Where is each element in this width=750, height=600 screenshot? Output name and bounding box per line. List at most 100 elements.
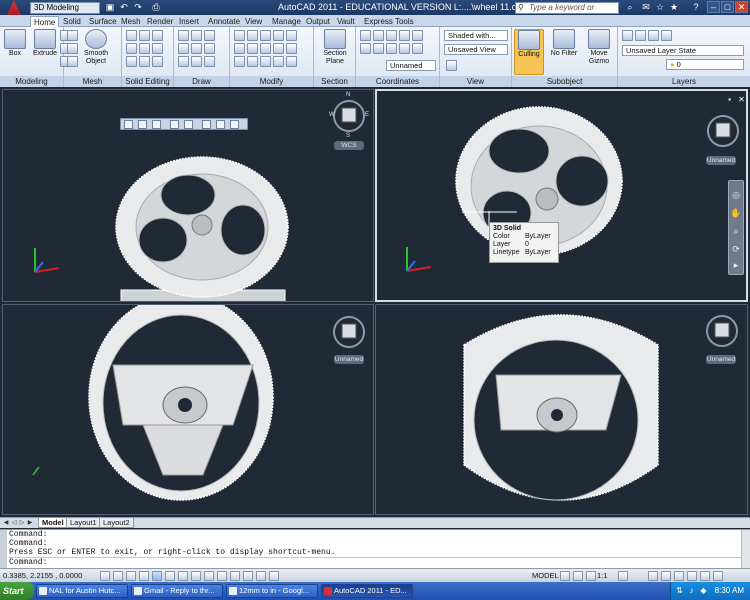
snap-mode-toggle[interactable]	[113, 571, 123, 581]
search-input[interactable]: ⚲ Type a keyword or phrase	[515, 2, 619, 22]
ucs-3point-icon[interactable]	[399, 43, 410, 54]
align-icon[interactable]	[273, 30, 284, 41]
viewport-config-icon[interactable]	[446, 60, 457, 71]
panel-title-draw[interactable]: Draw	[174, 76, 229, 87]
smooth-object-button[interactable]: Smooth Object	[81, 29, 111, 66]
workspace-switcher[interactable]: 3D Modeling	[30, 2, 100, 14]
subtract-icon[interactable]	[126, 43, 137, 54]
extrude-faces-icon[interactable]	[152, 30, 163, 41]
box-button[interactable]: Box	[0, 29, 30, 58]
wheel-model-bottom-left[interactable]	[3, 305, 374, 515]
orbit-icon[interactable]: ⟳	[730, 243, 742, 255]
object-snap-tracking-toggle[interactable]	[191, 571, 201, 581]
polyline-icon[interactable]	[191, 30, 202, 41]
quick-properties-toggle[interactable]	[256, 571, 266, 581]
ortho-mode-toggle[interactable]	[139, 571, 149, 581]
panel-title-layers[interactable]: Layers	[618, 76, 750, 87]
object-snap-toggle[interactable]	[165, 571, 175, 581]
annotation-scale-icon[interactable]	[586, 571, 596, 581]
ucs-combo[interactable]: Unnamed	[386, 60, 436, 71]
first-tab-icon[interactable]: ◀	[2, 518, 10, 528]
clock[interactable]: 8:30 AM	[715, 586, 744, 595]
tab-layout1[interactable]: Layout1	[66, 518, 101, 528]
fillet-edges-icon[interactable]	[152, 56, 163, 67]
tab-home[interactable]: Home	[30, 16, 60, 27]
viewport-top-right[interactable]: ▪ ✕ Unnamed	[375, 89, 748, 302]
taskbar-item[interactable]: Gmail - Reply to thr...	[131, 584, 223, 598]
join-icon[interactable]	[273, 56, 284, 67]
search-go-icon[interactable]: ⌕	[624, 1, 636, 13]
wheel-model-bottom-right[interactable]	[376, 305, 748, 515]
command-window-grip[interactable]	[0, 530, 7, 569]
help-icon[interactable]: ?	[690, 1, 702, 13]
ucs-zaxis-icon[interactable]	[386, 43, 397, 54]
taper-faces-icon[interactable]	[152, 43, 163, 54]
mesh-box-icon[interactable]	[67, 30, 78, 41]
close-button[interactable]: ✕	[735, 1, 748, 13]
transparency-toggle[interactable]	[243, 571, 253, 581]
tab-vault[interactable]: Vault	[334, 16, 358, 27]
union-icon[interactable]	[126, 30, 137, 41]
mirror-3d-icon[interactable]	[260, 43, 271, 54]
infer-constraints-toggle[interactable]	[100, 571, 110, 581]
culling-button[interactable]: Culling	[514, 29, 544, 75]
last-tab-icon[interactable]: ▶	[26, 518, 34, 528]
array-icon[interactable]	[286, 30, 297, 41]
coordinate-readout[interactable]: 0.3385, 2.2155 , 0.0000	[3, 571, 82, 580]
intersect-icon[interactable]	[126, 56, 137, 67]
workspace-switching-icon[interactable]	[648, 571, 658, 581]
panel-title-section[interactable]: Section	[314, 76, 355, 87]
tab-manage[interactable]: Manage	[269, 16, 304, 27]
tab-render[interactable]: Render	[144, 16, 176, 27]
command-scrollbar[interactable]	[741, 530, 750, 569]
viewport-top-left[interactable]: N S E W WCS	[2, 89, 374, 302]
panel-title-mesh[interactable]: Mesh	[64, 76, 121, 87]
scale-icon[interactable]	[273, 43, 284, 54]
pan-icon[interactable]: ✋	[730, 207, 742, 219]
toolbar-button-2[interactable]	[138, 120, 147, 129]
tab-express-tools[interactable]: Express Tools	[361, 16, 417, 27]
panel-title-modeling[interactable]: Modeling	[0, 76, 63, 87]
helix-icon[interactable]	[204, 43, 215, 54]
ucs-menu[interactable]: Unnamed	[334, 355, 364, 364]
shield-icon[interactable]: ◆	[699, 586, 708, 595]
hardware-acceleration-icon[interactable]	[674, 571, 684, 581]
ucs-object-icon[interactable]	[412, 30, 423, 41]
panel-title-modify[interactable]: Modify	[230, 76, 313, 87]
redo-icon[interactable]: ↷	[132, 2, 144, 13]
save-icon[interactable]: ▣	[104, 2, 116, 13]
tab-model[interactable]: Model	[38, 518, 68, 528]
break-icon[interactable]	[286, 56, 297, 67]
offset-icon[interactable]	[234, 56, 245, 67]
command-input[interactable]: Command:	[9, 557, 750, 567]
wcs-menu[interactable]: WCS	[334, 141, 364, 150]
toolbar-button-6[interactable]	[202, 120, 211, 129]
layer-isolate-icon[interactable]	[635, 30, 646, 41]
tab-view[interactable]: View	[242, 16, 265, 27]
tab-layout2[interactable]: Layout2	[99, 518, 134, 528]
layer-state-combo[interactable]: Unsaved Layer State	[622, 45, 744, 56]
extract-edges-icon[interactable]	[139, 30, 150, 41]
panel-title-solid-editing[interactable]: Solid Editing	[122, 76, 173, 87]
explode-icon[interactable]	[247, 56, 258, 67]
polar-tracking-toggle[interactable]	[152, 571, 162, 581]
taskbar-item-autocad[interactable]: AutoCAD 2011 - ED...	[321, 584, 413, 598]
plot-icon[interactable]: ⎙	[150, 2, 162, 13]
stretch-icon[interactable]	[286, 43, 297, 54]
isolate-objects-icon[interactable]	[687, 571, 697, 581]
model-space-button[interactable]: MODEL	[532, 571, 559, 580]
rotate-3d-icon[interactable]	[260, 30, 271, 41]
3d-object-snap-toggle[interactable]	[178, 571, 188, 581]
selection-cycling-toggle[interactable]	[269, 571, 279, 581]
viewport-bottom-right[interactable]: Unnamed	[375, 304, 748, 515]
panel-title-subobject[interactable]: Subobject	[512, 76, 617, 87]
viewport-minimize-icon[interactable]: ▪	[725, 95, 734, 104]
taskbar-item[interactable]: 12mm to in - Googl...	[226, 584, 318, 598]
dynamic-input-toggle[interactable]	[217, 571, 227, 581]
toolbar-button-3[interactable]	[152, 120, 161, 129]
toolbar-button-1[interactable]	[124, 120, 133, 129]
grid-display-toggle[interactable]	[126, 571, 136, 581]
dynamic-ucs-toggle[interactable]	[204, 571, 214, 581]
toolbar-button-8[interactable]	[230, 120, 239, 129]
polygon-icon[interactable]	[178, 56, 189, 67]
